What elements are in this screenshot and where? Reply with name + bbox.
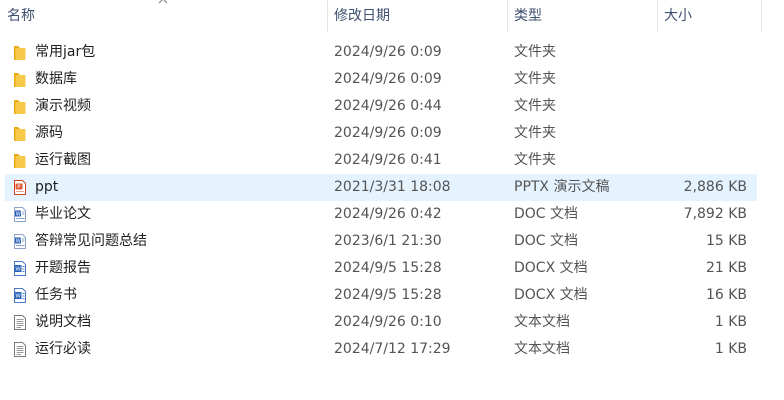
- file-date-modified: 2024/9/26 0:42: [334, 206, 442, 222]
- file-size: 7,892 KB: [683, 206, 747, 222]
- column-header-date-modified[interactable]: 修改日期: [327, 0, 507, 32]
- svg-text:W: W: [16, 212, 21, 218]
- file-type: DOCX 文档: [514, 287, 588, 303]
- word-doc-icon: W: [12, 233, 28, 250]
- file-size: 21 KB: [705, 260, 747, 276]
- file-row[interactable]: 运行截图 2024/9/26 0:41 文件夹: [5, 147, 757, 174]
- file-size: 15 KB: [705, 233, 747, 249]
- file-row[interactable]: 数据库 2024/9/26 0:09 文件夹: [5, 66, 757, 93]
- file-date-modified: 2024/9/5 15:28: [334, 287, 442, 303]
- folder-icon: [12, 44, 28, 61]
- file-size: 2,886 KB: [683, 179, 747, 195]
- file-name: 任务书: [35, 287, 77, 303]
- file-date-modified: 2024/9/26 0:44: [334, 98, 442, 114]
- file-date-modified: 2024/9/26 0:41: [334, 152, 442, 168]
- file-name: 运行截图: [35, 152, 91, 168]
- file-row[interactable]: 源码 2024/9/26 0:09 文件夹: [5, 120, 757, 147]
- file-row[interactable]: 说明文档 2024/9/26 0:10 文本文档 1 KB: [5, 309, 757, 336]
- word-doc-icon: W: [12, 206, 28, 223]
- folder-icon: [12, 98, 28, 115]
- file-date-modified: 2024/9/26 0:10: [334, 314, 442, 330]
- file-type: 文件夹: [514, 44, 556, 60]
- file-size: [657, 66, 747, 93]
- file-name: 数据库: [35, 71, 77, 87]
- folder-icon: [12, 71, 28, 88]
- file-row[interactable]: W 开题报告 2024/9/5 15:28 DOCX 文档 21 KB: [5, 255, 757, 282]
- file-type: 文本文档: [514, 341, 570, 357]
- file-size: [657, 93, 747, 120]
- word-docx-icon: W: [12, 287, 28, 304]
- svg-text:W: W: [15, 293, 21, 299]
- file-date-modified: 2024/9/26 0:09: [334, 44, 442, 60]
- file-type: DOCX 文档: [514, 260, 588, 276]
- text-file-icon: [12, 341, 28, 358]
- file-date-modified: 2024/9/26 0:09: [334, 71, 442, 87]
- file-name: 运行必读: [35, 341, 91, 357]
- file-size: [657, 39, 747, 66]
- file-row[interactable]: W 毕业论文 2024/9/26 0:42 DOC 文档 7,892 KB: [5, 201, 757, 228]
- file-size: 1 KB: [714, 341, 747, 357]
- file-row[interactable]: W 答辩常见问题总结 2023/6/1 21:30 DOC 文档 15 KB: [5, 228, 757, 255]
- file-type: 文件夹: [514, 152, 556, 168]
- file-name: 演示视频: [35, 98, 91, 114]
- file-type: 文件夹: [514, 98, 556, 114]
- file-name: 常用jar包: [35, 44, 96, 60]
- file-size: 1 KB: [714, 314, 747, 330]
- column-header-type[interactable]: 类型: [507, 0, 657, 32]
- file-size: [657, 120, 747, 147]
- file-row[interactable]: W 任务书 2024/9/5 15:28 DOCX 文档 16 KB: [5, 282, 757, 309]
- file-date-modified: 2024/7/12 17:29: [334, 341, 451, 357]
- file-row[interactable]: Pppt 2021/3/31 18:08 PPTX 演示文稿 2,886 KB: [5, 174, 757, 201]
- column-header-name[interactable]: 名称: [0, 0, 327, 32]
- file-name: 源码: [35, 125, 63, 141]
- file-date-modified: 2023/6/1 21:30: [334, 233, 442, 249]
- text-file-icon: [12, 314, 28, 331]
- column-divider[interactable]: [761, 0, 762, 32]
- column-header-bar: 名称 修改日期 类型 大小: [0, 0, 762, 32]
- file-explorer: 名称 修改日期 类型 大小 常用jar包 2024/9/26 0:09 文件夹 数据库…: [0, 0, 784, 400]
- file-type: 文件夹: [514, 125, 556, 141]
- file-row[interactable]: 运行必读 2024/7/12 17:29 文本文档 1 KB: [5, 336, 757, 363]
- file-name: 说明文档: [35, 314, 91, 330]
- folder-icon: [12, 152, 28, 169]
- file-name: 答辩常见问题总结: [35, 233, 147, 249]
- file-name: ppt: [35, 179, 59, 195]
- file-type: 文件夹: [514, 71, 556, 87]
- svg-text:W: W: [15, 266, 21, 272]
- folder-icon: [12, 125, 28, 142]
- file-size: [657, 147, 747, 174]
- column-header-size[interactable]: 大小: [657, 0, 762, 32]
- file-type: DOC 文档: [514, 206, 579, 222]
- file-name: 开题报告: [35, 260, 91, 276]
- file-type: PPTX 演示文稿: [514, 179, 610, 195]
- file-type: DOC 文档: [514, 233, 579, 249]
- file-list: 常用jar包 2024/9/26 0:09 文件夹 数据库 2024/9/26 0:09…: [0, 39, 762, 363]
- svg-text:W: W: [16, 239, 21, 245]
- file-type: 文本文档: [514, 314, 570, 330]
- file-name: 毕业论文: [35, 206, 91, 222]
- file-row[interactable]: 常用jar包 2024/9/26 0:09 文件夹: [5, 39, 757, 66]
- file-date-modified: 2024/9/26 0:09: [334, 125, 442, 141]
- file-date-modified: 2024/9/5 15:28: [334, 260, 442, 276]
- file-date-modified: 2021/3/31 18:08: [334, 179, 451, 195]
- file-row[interactable]: 演示视频 2024/9/26 0:44 文件夹: [5, 93, 757, 120]
- word-docx-icon: W: [12, 260, 28, 277]
- powerpoint-file-icon: P: [12, 179, 28, 196]
- file-size: 16 KB: [705, 287, 747, 303]
